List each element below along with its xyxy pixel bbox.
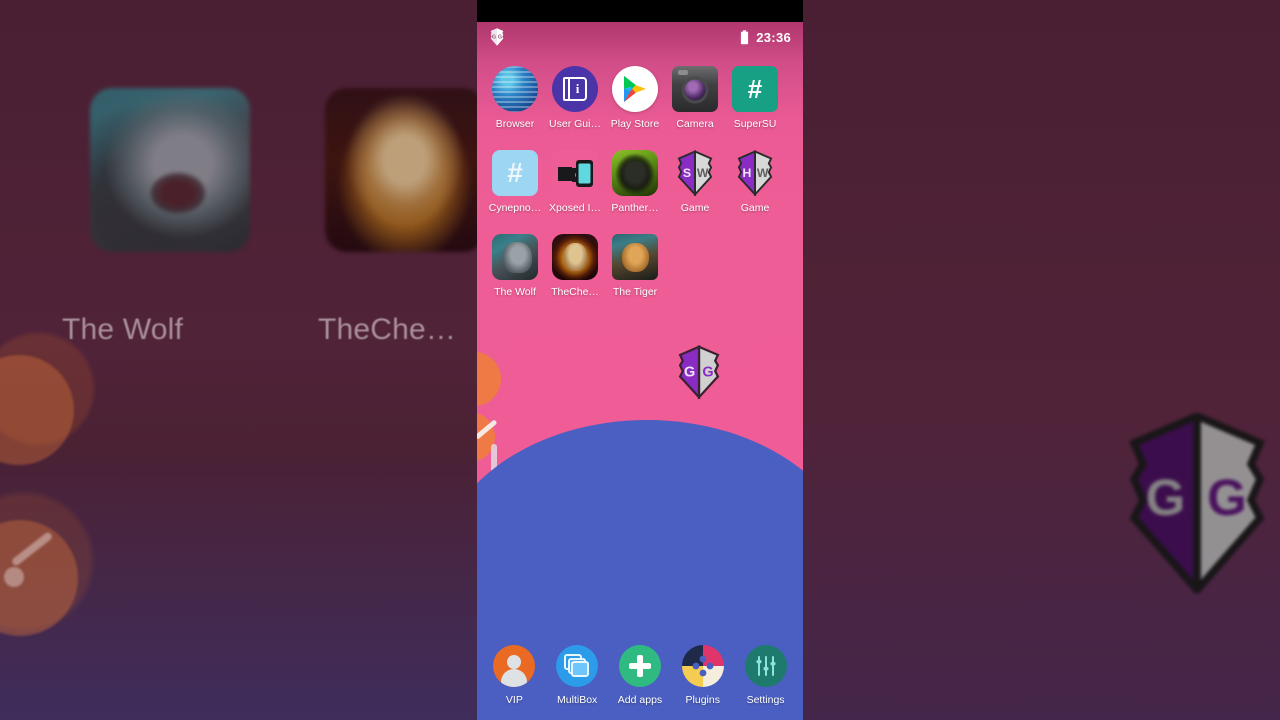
app-label: Panther… (611, 202, 659, 214)
dock-label: Add apps (617, 694, 663, 706)
app-browser[interactable]: Browser (485, 66, 545, 130)
dock-item-plugins[interactable]: Plugins (674, 645, 732, 706)
app-label: User Gui… (549, 118, 601, 130)
app-camera[interactable]: Camera (665, 66, 725, 130)
left-backdrop: The Wolf TheChe… (0, 0, 477, 720)
settings-sliders-icon (744, 645, 787, 687)
dock-item-multibox[interactable]: MultiBox (548, 645, 606, 706)
app-xposed-installer[interactable]: Xposed I… (545, 150, 605, 214)
app-label: Camera (676, 118, 714, 130)
app-game-hw[interactable]: H W Game (725, 150, 785, 214)
gameguardian-sw-shield-icon: S W (672, 150, 718, 196)
app-user-guide[interactable]: i User Gui… (545, 66, 605, 130)
dock-item-vip[interactable]: VIP (485, 645, 543, 706)
status-bar-right: 23:36 (740, 30, 791, 45)
multibox-layers-icon (556, 645, 599, 687)
the-wolf-game-icon (492, 234, 538, 280)
app-label: Browser (495, 118, 535, 130)
plugins-puzzle-icon (681, 645, 724, 687)
dock-label: Settings (746, 694, 785, 706)
svg-text:G: G (684, 365, 695, 381)
gameguardian-floating-widget[interactable]: G G (676, 345, 722, 401)
svg-text:H: H (743, 166, 752, 180)
backdrop-the-cheetah-label: TheChe… (318, 313, 457, 346)
backdrop-the-wolf-icon (90, 88, 250, 252)
dock-item-add-apps[interactable]: Add apps (611, 645, 669, 706)
gameguardian-floating-icon[interactable]: G G (676, 345, 722, 401)
app-supersu[interactable]: # SuperSU (725, 66, 785, 130)
the-cheetah-game-icon (552, 234, 598, 280)
camera-icon (672, 66, 718, 112)
phone-screen: G G 23:36 Browser i User Gui… Play Store… (477, 0, 803, 720)
battery-full-icon (741, 29, 749, 44)
svg-text:G: G (1146, 469, 1186, 526)
screenshot-root: The Wolf TheChe… G G G G 23:36 Browser i… (0, 0, 1280, 720)
dock-label: Plugins (685, 694, 720, 706)
app-panther[interactable]: Panther… (605, 150, 665, 214)
app-label: SuperSU (733, 118, 777, 130)
dock-label: VIP (505, 694, 523, 706)
right-backdrop: G G (803, 0, 1280, 720)
svg-text:G: G (702, 365, 713, 381)
svg-text:G: G (1207, 469, 1247, 526)
status-bar-clock: 23:36 (756, 29, 791, 45)
the-tiger-game-icon (612, 234, 658, 280)
browser-globe-icon (492, 66, 538, 112)
user-guide-book-icon: i (552, 66, 598, 112)
supersu-hash-icon: # (732, 66, 778, 112)
dock-item-settings[interactable]: Settings (737, 645, 795, 706)
app-grid-row: # Cynepno… Xposed I… Panther… S W Game H… (485, 150, 795, 214)
backdrop-the-wolf-label: The Wolf (62, 313, 184, 346)
app-label: Xposed I… (549, 202, 601, 214)
app-the-tiger[interactable]: The Tiger (605, 234, 665, 298)
app-label: Play Store (610, 118, 660, 130)
backdrop-the-cheetah-icon (325, 88, 477, 252)
app-grid-row: Browser i User Gui… Play Store Camera # … (485, 66, 795, 130)
app-label: TheChe… (551, 286, 599, 298)
superuser-hash-icon: # (492, 150, 538, 196)
svg-text:W: W (757, 166, 769, 180)
dock: VIP MultiBox Add apps Plugins Settings (477, 645, 803, 706)
backdrop-brush-dot-icon (4, 567, 24, 587)
panther-game-icon (612, 150, 658, 196)
app-the-wolf[interactable]: The Wolf (485, 234, 545, 298)
svg-text:G: G (498, 35, 502, 41)
app-label: The Wolf (494, 286, 536, 298)
app-play-store[interactable]: Play Store (605, 66, 665, 130)
app-label: Game (740, 202, 770, 214)
status-bar: G G 23:36 (477, 22, 803, 52)
xposed-installer-icon (552, 150, 598, 196)
app-grid: Browser i User Gui… Play Store Camera # … (477, 58, 803, 298)
app-label: Cynepno… (488, 202, 542, 214)
svg-text:W: W (697, 166, 709, 180)
backdrop-gameguardian-logo-icon: G G (1129, 413, 1265, 593)
app-label: The Tiger (612, 286, 658, 298)
gameguardian-hw-shield-icon: H W (732, 150, 778, 196)
black-top-bar (477, 0, 803, 22)
add-apps-plus-icon (618, 645, 661, 687)
app-the-cheetah[interactable]: TheChe… (545, 234, 605, 298)
app-grid-row: The Wolf TheChe… The Tiger (485, 234, 795, 298)
gameguardian-status-icon[interactable]: G G (489, 28, 505, 46)
play-store-icon (612, 66, 658, 112)
app-label: Game (680, 202, 710, 214)
dock-label: MultiBox (557, 694, 598, 706)
right-backdrop-fill (803, 0, 1280, 720)
app-superuser-ru[interactable]: # Cynepno… (485, 150, 545, 214)
app-game-sw[interactable]: S W Game (665, 150, 725, 214)
svg-text:G: G (492, 35, 496, 41)
svg-text:S: S (683, 166, 691, 180)
vip-avatar-icon (493, 645, 536, 687)
